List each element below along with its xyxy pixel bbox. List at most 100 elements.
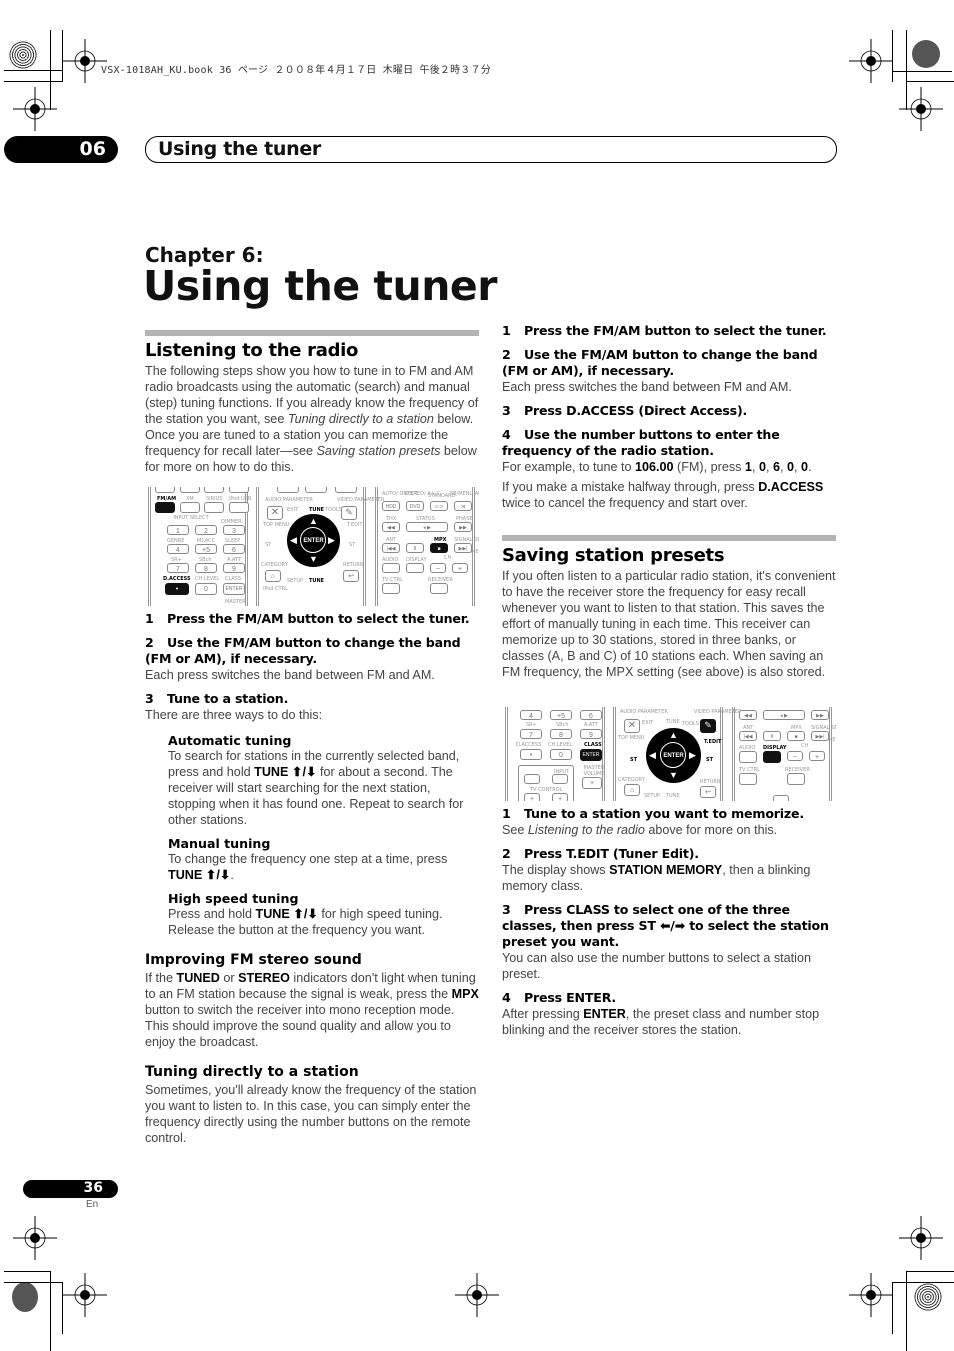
preset-step-1: 1 Tune to a station you want to memorize. <box>502 806 804 821</box>
play-icon: ◂ ▶ <box>763 710 805 720</box>
registration-disc <box>912 40 940 68</box>
step-2: 2 Use the FM/AM button to change the band… <box>145 635 461 666</box>
exit-icon: ✕ <box>624 719 640 733</box>
tuning-methods: Automatic tuning To search for stations … <box>145 733 481 938</box>
mpx-button: ■ <box>430 543 448 553</box>
d-access-button: • <box>165 583 189 595</box>
crop-mark <box>4 81 62 82</box>
cross-reference: Listening to the radio <box>527 823 645 837</box>
crosshair-mark <box>455 1273 499 1317</box>
fast-forward-icon: ▶▶ <box>454 522 472 532</box>
remote-panel-left: FM/AM XM SIRIUS iPod USB INPUT SELECT DI… <box>148 487 251 606</box>
chapter-number-tab: 06 <box>4 136 118 163</box>
pause-icon: II <box>763 731 781 741</box>
step-1: 1 Press the FM/AM button to select the tu… <box>145 611 470 626</box>
crop-mark <box>4 1282 62 1283</box>
pause-icon: II <box>406 543 424 553</box>
arrow-up-icon: ▲ <box>309 516 318 526</box>
registration-disc <box>12 1282 38 1312</box>
crosshair-mark <box>63 1273 107 1317</box>
enter-button: ENTER <box>580 749 602 761</box>
direction-pad: ENTER ▲ ▼ ◀ ▶ <box>287 514 340 567</box>
right-column: 1 Press the FM/AM button to select the tu… <box>502 323 838 511</box>
crosshair-mark <box>13 87 57 131</box>
remote-panel-right: AUTO/ DIRECT STEREO/ A.L.C. STANDARD SB/… <box>375 487 479 606</box>
frequency-example: For example, to tune to 106.00 (FM), pre… <box>502 460 812 474</box>
home-icon: ⌂ <box>265 570 281 582</box>
section-heading-saving: Saving station presets <box>502 545 725 566</box>
rewind-icon: ◀◀ <box>739 710 757 720</box>
arrow-down-icon: ▼ <box>309 554 318 564</box>
arrow-up-icon: ▲ <box>669 730 678 740</box>
play-icon: ◂ ▶ <box>406 522 448 532</box>
remote-illustration-1: FM/AM XM SIRIUS iPod USB INPUT SELECT DI… <box>145 487 479 606</box>
page-language: En <box>86 1199 99 1210</box>
crosshair-mark <box>899 1216 943 1260</box>
saving-section: Saving station presets If you often list… <box>502 535 836 680</box>
mistake-note: If you make a mistake halfway through, p… <box>502 480 824 510</box>
crosshair-mark <box>849 39 893 83</box>
cross-reference: Tuning directly to a station <box>287 412 434 426</box>
step-3: 3 Tune to a station. <box>145 691 289 706</box>
fast-forward-icon: ▶▶ <box>811 710 829 720</box>
automatic-tuning-heading: Automatic tuning <box>168 733 292 748</box>
home-icon: ⌂ <box>624 784 640 796</box>
crosshair-mark <box>849 1273 893 1317</box>
stop-icon: ■ <box>787 731 805 741</box>
crosshair-mark <box>899 87 943 131</box>
crop-mark <box>4 70 62 71</box>
return-icon: ↩ <box>343 570 359 582</box>
page-number: 36 <box>83 1180 103 1196</box>
preset-step-2: 2 Press T.EDIT (Tuner Edit). <box>502 846 699 861</box>
arrow-left-icon: ◀ <box>649 750 656 760</box>
fm-am-button <box>155 502 175 513</box>
remote-panel-center: AUDIO PARAMETER VIDEO PARAMETER ✕ ✎ EXIT… <box>256 487 384 606</box>
remote-illustration-2: 4 +5 6 SR+ SBch A.ATT 7 8 9 D.ACCESS CH … <box>502 707 836 801</box>
left-column: Listening to the radio The following ste… <box>145 330 479 475</box>
remote-panel-left: 4 +5 6 SR+ SBch A.ATT 7 8 9 D.ACCESS CH … <box>505 707 605 801</box>
tedit-button: ✎ <box>700 719 716 733</box>
direction-pad: ENTER ▲ ▼ ◀ ▶ <box>646 728 701 783</box>
running-header-title: Using the tuner <box>158 138 321 160</box>
display-button <box>763 751 781 763</box>
arrow-left-icon: ◀ <box>290 535 297 545</box>
crop-mark <box>892 1282 954 1283</box>
crop-mark <box>4 1271 50 1272</box>
previous-icon: |◀◀ <box>382 543 400 553</box>
preset-step-3: 3 Press CLASS to select one of the three … <box>502 902 829 949</box>
exit-icon: ✕ <box>267 506 283 520</box>
cross-reference: Saving station presets <box>316 444 441 458</box>
next-icon: ▶▶| <box>454 543 472 553</box>
crop-mark <box>892 71 952 72</box>
high-speed-tuning-heading: High speed tuning <box>168 891 299 906</box>
direct-step-1: 1 Press the FM/AM button to select the tu… <box>502 323 827 338</box>
direct-step-4: 4 Use the number buttons to enter the fre… <box>502 427 780 458</box>
page-number-tab: 36 <box>23 1180 118 1198</box>
chapter-number: 06 <box>79 138 106 160</box>
running-header: Using the tuner <box>145 136 837 163</box>
tuning-directly-heading: Tuning directly to a station <box>145 1064 359 1080</box>
registration-disc <box>914 1282 942 1312</box>
crop-mark <box>906 1271 907 1351</box>
arrow-down-icon: ▼ <box>669 770 678 780</box>
crop-mark <box>50 1271 51 1351</box>
remote-panel-center: AUDIO PARAMETER VIDEO PARAMETER ✕ ✎ EXIT… <box>613 707 741 801</box>
tools-icon: ✎ <box>341 506 357 520</box>
crop-mark <box>906 1271 954 1272</box>
return-icon: ↩ <box>700 786 716 798</box>
crosshair-mark <box>13 1216 57 1260</box>
arrow-right-icon: ▶ <box>328 535 335 545</box>
print-slug: VSX-1018AH_KU.book 36 ページ ２００８年４月１７日 木曜日… <box>101 65 491 76</box>
left-column-steps: 1 Press the FM/AM button to select the tu… <box>145 611 481 1146</box>
previous-icon: |◀◀ <box>739 731 757 741</box>
crosshair-mark <box>63 39 107 83</box>
section-heading-listening: Listening to the radio <box>145 340 359 361</box>
preset-steps: 1 Tune to a station you want to memorize.… <box>502 806 838 1038</box>
direct-step-3: 3 Press D.ACCESS (Direct Access). <box>502 403 748 418</box>
crop-mark <box>906 81 954 82</box>
rewind-icon: ◀◀ <box>382 522 400 532</box>
chapter-title: Using the tuner <box>143 262 497 310</box>
d-access-label: D.ACCESS <box>163 576 191 582</box>
preset-step-4: 4 Press ENTER. <box>502 990 617 1005</box>
class-label: CLASS <box>584 742 602 748</box>
